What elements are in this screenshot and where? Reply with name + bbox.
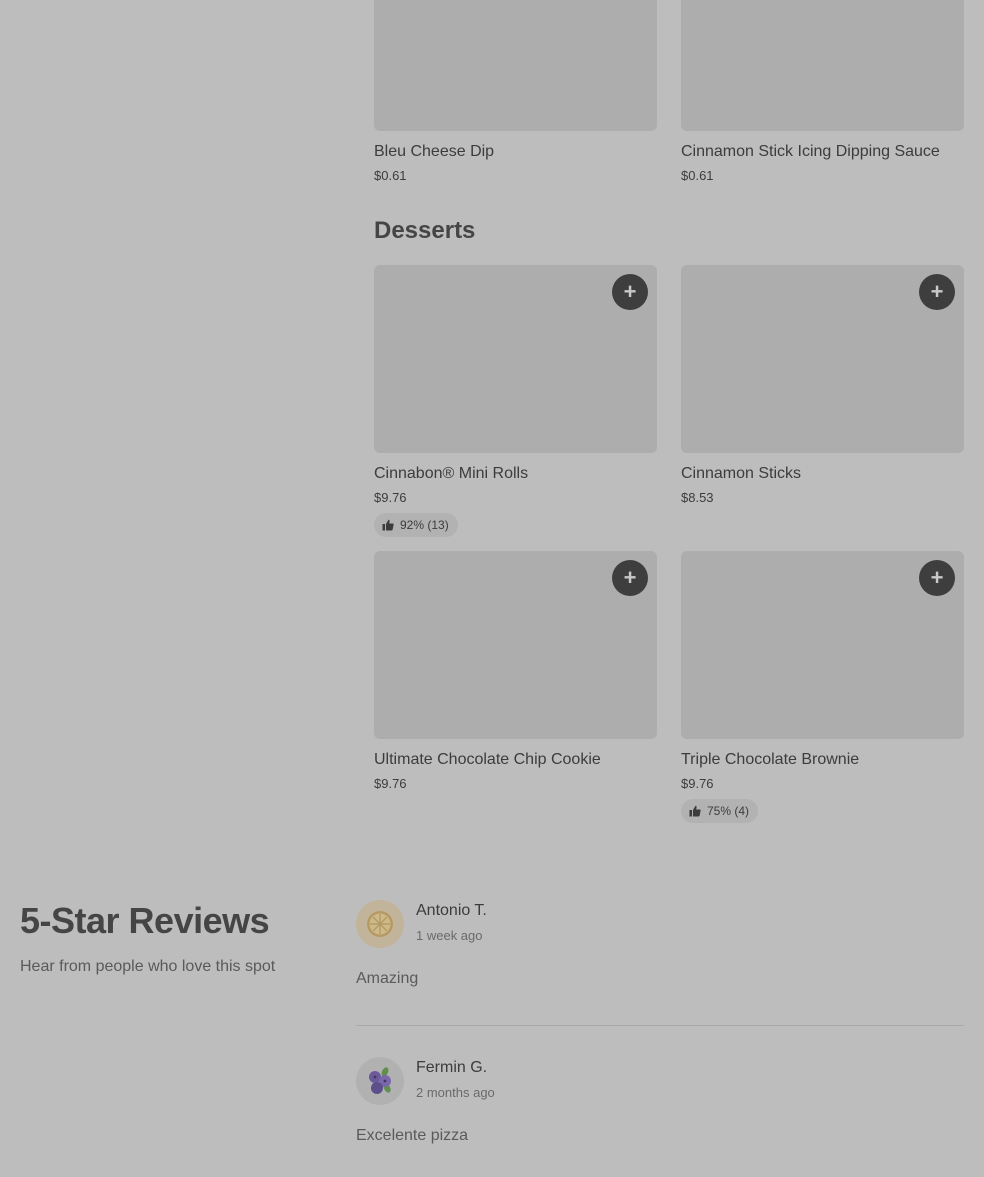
plus-icon: + <box>623 279 637 304</box>
rating-badge: 92% (13) <box>374 513 458 537</box>
rating-text: 75% (4) <box>707 804 750 818</box>
review-item: Antonio T. 1 week ago Amazing <box>356 900 964 1010</box>
menu-item-name: Triple Chocolate Brownie <box>681 751 860 768</box>
menu-item-card[interactable]: + Cinnabon® Mini Rolls $9.76 92% (13) <box>374 265 657 537</box>
menu-item-card[interactable]: Cinnamon Stick Icing Dipping Sauce $0.61 <box>681 0 964 183</box>
plus-icon: + <box>930 279 944 304</box>
menu-item-name: Bleu Cheese Dip <box>374 143 495 160</box>
menu-item-card[interactable]: + Cinnamon Sticks $8.53 <box>681 265 964 505</box>
rating-text: 92% (13) <box>400 518 449 532</box>
review-item: Fermin G. 2 months ago Excelente pizza <box>356 1057 964 1167</box>
reviews-subtitle: Hear from people who love this spot <box>20 958 276 975</box>
menu-item-image <box>374 0 657 131</box>
menu-item-price: $9.76 <box>374 490 407 505</box>
menu-item-card[interactable]: + Triple Chocolate Brownie $9.76 75% (4) <box>681 551 964 823</box>
thumbs-up-icon <box>689 805 701 817</box>
divider <box>356 1025 964 1026</box>
review-date: 1 week ago <box>416 928 483 943</box>
menu-item-image: + <box>681 551 964 739</box>
thumbs-up-icon <box>382 519 394 531</box>
add-to-cart-button[interactable]: + <box>919 274 955 310</box>
menu-item-name: Cinnamon Stick Icing Dipping Sauce <box>681 143 940 160</box>
menu-item-price: $8.53 <box>681 490 714 505</box>
review-text: Amazing <box>356 970 419 987</box>
menu-item-image: + <box>374 551 657 739</box>
reviewer-name: Antonio T. <box>416 902 487 919</box>
menu-item-card[interactable]: Bleu Cheese Dip $0.61 <box>374 0 657 183</box>
rating-badge: 75% (4) <box>681 799 759 823</box>
menu-item-price: $9.76 <box>374 776 407 791</box>
plus-icon: + <box>930 565 944 590</box>
reviews-title: 5-Star Reviews <box>20 900 270 941</box>
plus-icon: + <box>623 565 637 590</box>
menu-item-price: $0.61 <box>374 168 407 183</box>
add-to-cart-button[interactable]: + <box>612 274 648 310</box>
menu-item-image: + <box>681 265 964 453</box>
blueberry-avatar-icon <box>356 1057 404 1105</box>
menu-item-price: $0.61 <box>681 168 714 183</box>
add-to-cart-button[interactable]: + <box>612 560 648 596</box>
menu-item-name: Cinnamon Sticks <box>681 465 802 482</box>
menu-item-image <box>681 0 964 131</box>
menu-item-card[interactable]: + Ultimate Chocolate Chip Cookie $9.76 <box>374 551 657 791</box>
menu-item-name: Cinnabon® Mini Rolls <box>374 465 529 482</box>
section-title-desserts: Desserts <box>374 217 476 244</box>
review-date: 2 months ago <box>416 1085 495 1100</box>
menu-item-price: $9.76 <box>681 776 714 791</box>
review-text: Excelente pizza <box>356 1127 469 1144</box>
lemon-avatar-icon <box>356 900 404 948</box>
menu-item-image: + <box>374 265 657 453</box>
menu-item-name: Ultimate Chocolate Chip Cookie <box>374 751 601 768</box>
add-to-cart-button[interactable]: + <box>919 560 955 596</box>
reviewer-name: Fermin G. <box>416 1059 488 1076</box>
